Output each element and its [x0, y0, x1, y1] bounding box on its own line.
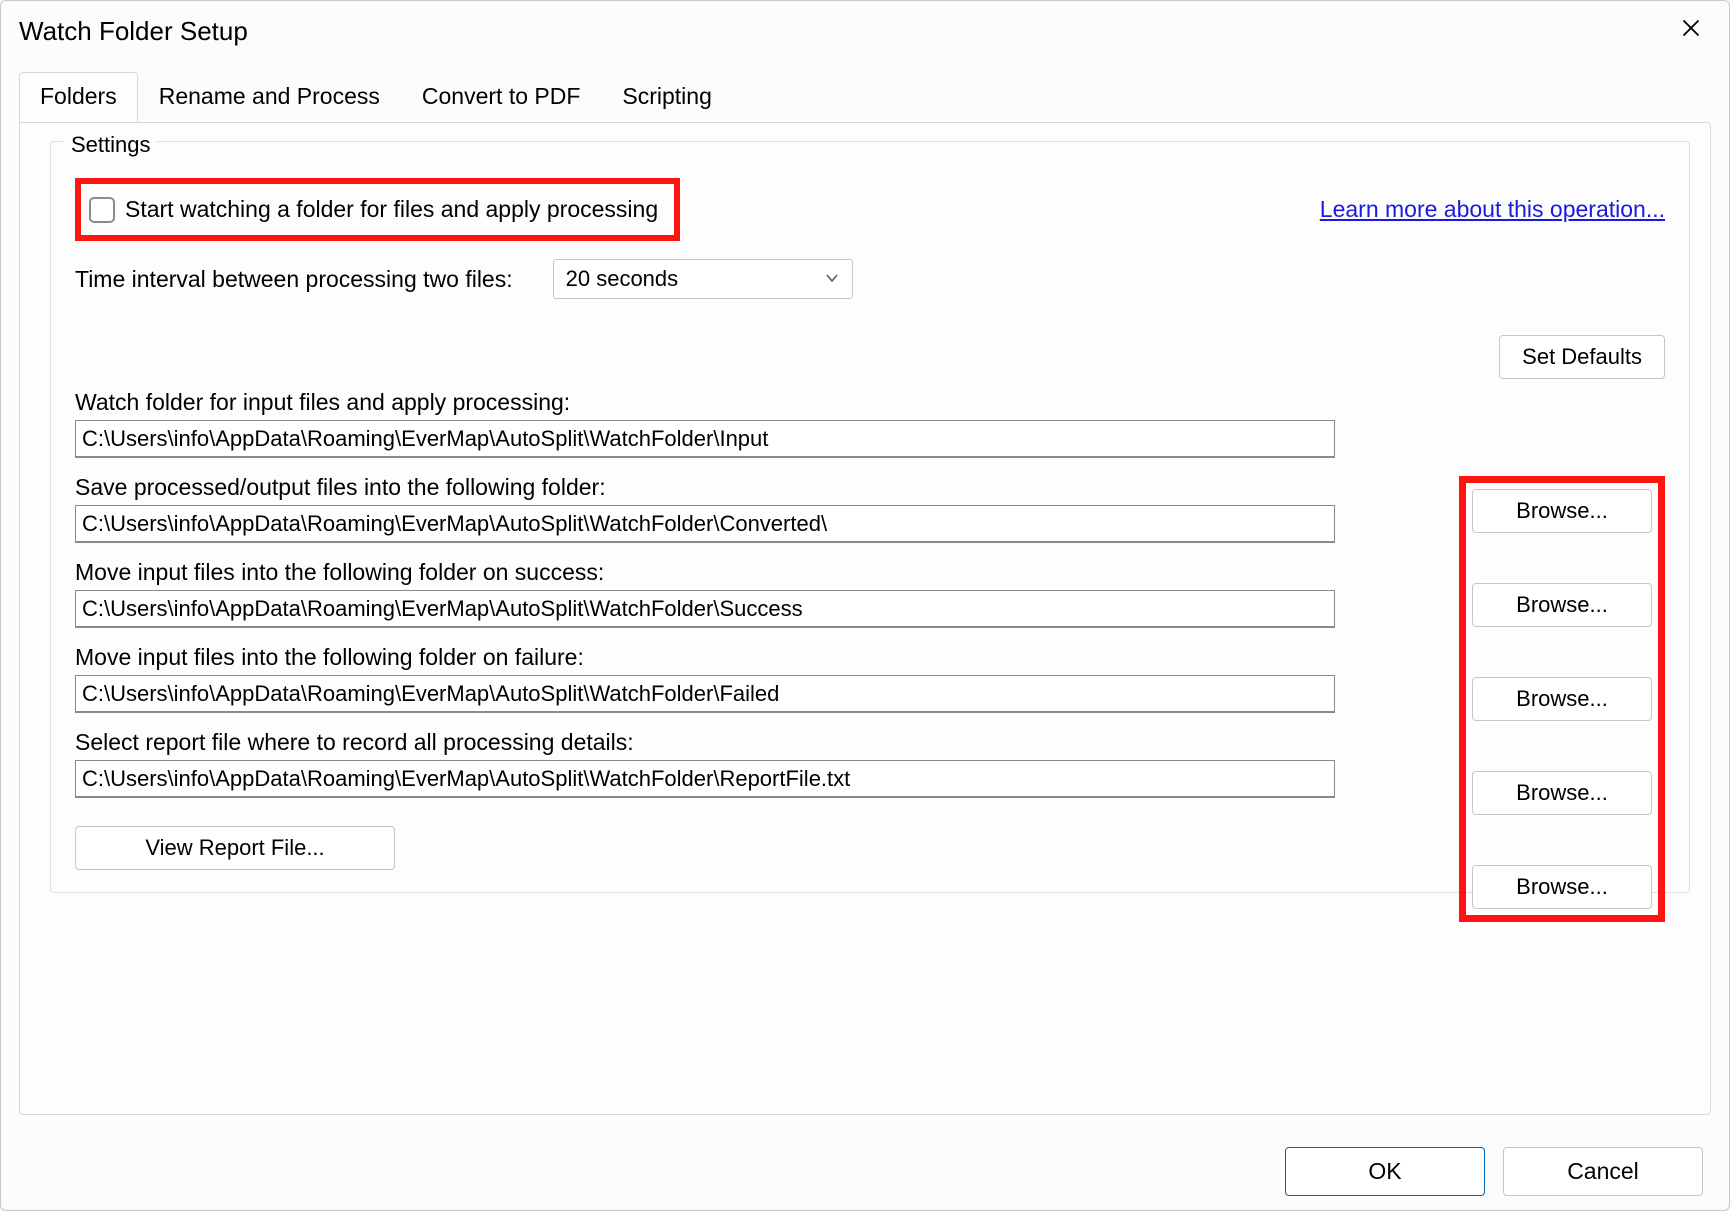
- settings-group-title: Settings: [65, 132, 157, 158]
- failure-folder-field[interactable]: [75, 675, 1335, 713]
- success-folder-field[interactable]: [75, 590, 1335, 628]
- browse-success-button[interactable]: Browse...: [1472, 677, 1652, 721]
- success-folder-label: Move input files into the following fold…: [75, 559, 1665, 586]
- tab-bar: Folders Rename and Process Convert to PD…: [1, 71, 1729, 122]
- report-file-label: Select report file where to record all p…: [75, 729, 1665, 756]
- interval-label: Time interval between processing two fil…: [75, 266, 513, 293]
- dialog-title: Watch Folder Setup: [19, 16, 248, 47]
- watch-folder-dialog: Watch Folder Setup Folders Rename and Pr…: [0, 0, 1730, 1211]
- tab-rename-process[interactable]: Rename and Process: [138, 72, 401, 123]
- report-file-field[interactable]: [75, 760, 1335, 798]
- cancel-button[interactable]: Cancel: [1503, 1147, 1703, 1196]
- folders-panel: Settings Start watching a folder for fil…: [19, 122, 1711, 1115]
- set-defaults-row: Set Defaults: [75, 335, 1665, 379]
- set-defaults-button[interactable]: Set Defaults: [1499, 335, 1665, 379]
- interval-row: Time interval between processing two fil…: [75, 259, 1665, 299]
- failure-folder-block: Move input files into the following fold…: [75, 644, 1665, 713]
- tab-scripting[interactable]: Scripting: [601, 72, 732, 123]
- browse-buttons-highlight: Browse... Browse... Browse... Browse... …: [1459, 476, 1665, 922]
- output-folder-block: Save processed/output files into the fol…: [75, 474, 1665, 543]
- input-folder-label: Watch folder for input files and apply p…: [75, 389, 1665, 416]
- tab-folders[interactable]: Folders: [19, 72, 138, 123]
- output-folder-field[interactable]: [75, 505, 1335, 543]
- close-icon: [1681, 18, 1701, 44]
- chevron-down-icon: [824, 266, 840, 292]
- report-file-block: Select report file where to record all p…: [75, 729, 1665, 798]
- success-folder-block: Move input files into the following fold…: [75, 559, 1665, 628]
- browse-output-button[interactable]: Browse...: [1472, 583, 1652, 627]
- dialog-footer: OK Cancel: [1, 1133, 1729, 1210]
- input-folder-field[interactable]: [75, 420, 1335, 458]
- tab-convert-pdf[interactable]: Convert to PDF: [401, 72, 602, 123]
- interval-select[interactable]: 20 seconds: [553, 259, 853, 299]
- settings-group: Settings Start watching a folder for fil…: [50, 141, 1690, 893]
- settings-top-row: Start watching a folder for files and ap…: [75, 178, 1665, 241]
- interval-value: 20 seconds: [566, 266, 679, 292]
- panel-wrap: Settings Start watching a folder for fil…: [1, 122, 1729, 1133]
- failure-folder-label: Move input files into the following fold…: [75, 644, 1665, 671]
- start-watching-checkbox-row[interactable]: Start watching a folder for files and ap…: [75, 178, 680, 241]
- browse-report-button[interactable]: Browse...: [1472, 865, 1652, 909]
- browse-failure-button[interactable]: Browse...: [1472, 771, 1652, 815]
- learn-more-link[interactable]: Learn more about this operation...: [1320, 196, 1665, 223]
- view-report-button[interactable]: View Report File...: [75, 826, 395, 870]
- output-folder-label: Save processed/output files into the fol…: [75, 474, 1665, 501]
- input-folder-block: Watch folder for input files and apply p…: [75, 389, 1665, 458]
- start-watching-label: Start watching a folder for files and ap…: [125, 196, 658, 223]
- ok-button[interactable]: OK: [1285, 1147, 1485, 1196]
- titlebar: Watch Folder Setup: [1, 1, 1729, 57]
- browse-input-button[interactable]: Browse...: [1472, 489, 1652, 533]
- close-button[interactable]: [1671, 11, 1711, 51]
- start-watching-checkbox[interactable]: [89, 197, 115, 223]
